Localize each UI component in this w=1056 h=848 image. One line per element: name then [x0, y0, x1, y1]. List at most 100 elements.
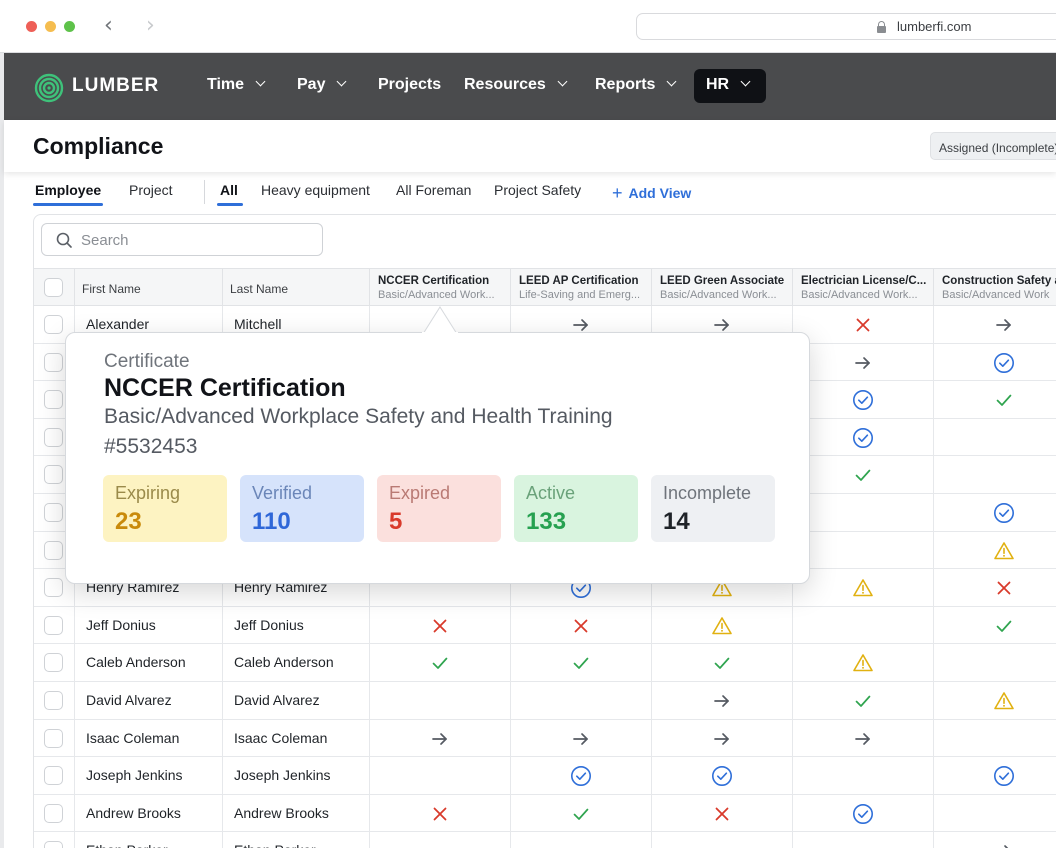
cert-status-cell[interactable] — [793, 832, 934, 848]
nav-projects-menu[interactable]: Projects — [378, 76, 441, 94]
stat-expired[interactable]: Expired 5 — [377, 475, 501, 542]
tab-project[interactable]: Project — [129, 182, 173, 198]
select-all-checkbox[interactable] — [44, 278, 63, 297]
cert-status-cell[interactable] — [511, 644, 652, 682]
header-cert-column[interactable]: LEED Green Associate Basic/Advanced Work.… — [652, 269, 793, 306]
row-checkbox[interactable] — [44, 315, 63, 334]
row-checkbox[interactable] — [44, 540, 63, 560]
cert-status-cell[interactable] — [934, 456, 1056, 493]
cert-status-cell[interactable] — [793, 306, 934, 343]
cert-status-cell[interactable] — [934, 795, 1056, 832]
cert-status-cell[interactable] — [934, 532, 1056, 569]
nav-reports-menu[interactable]: Reports — [595, 76, 677, 94]
nav-time-menu[interactable]: Time — [207, 76, 266, 94]
minimize-window-button[interactable] — [45, 21, 56, 32]
cert-status-cell[interactable] — [934, 569, 1056, 606]
cert-status-cell[interactable] — [793, 757, 934, 795]
row-checkbox[interactable] — [44, 803, 63, 823]
stat-verified[interactable]: Verified 110 — [240, 475, 364, 542]
cert-status-cell[interactable] — [652, 719, 793, 757]
header-cert-column[interactable]: Construction Safety a Basic/Advanced Work — [934, 269, 1056, 306]
table-row[interactable]: David Alvarez David Alvarez — [34, 682, 1056, 720]
back-arrow-icon[interactable]: ‹ — [104, 14, 113, 38]
header-cert-column[interactable]: LEED AP Certification Life-Saving and Eme… — [511, 269, 652, 306]
cert-status-cell[interactable] — [793, 531, 934, 569]
row-checkbox[interactable] — [44, 841, 63, 848]
cert-status-cell[interactable] — [934, 344, 1056, 381]
cert-status-cell[interactable] — [934, 381, 1056, 418]
view-tab-project-safety[interactable]: Project Safety — [494, 182, 581, 198]
row-checkbox[interactable] — [44, 465, 63, 485]
nav-hr-button[interactable]: HR — [694, 69, 766, 103]
nav-resources-menu[interactable]: Resources — [464, 76, 568, 94]
cert-status-cell[interactable] — [511, 832, 652, 848]
cert-status-cell[interactable] — [793, 381, 934, 419]
cert-status-cell[interactable] — [652, 682, 793, 719]
cert-status-cell[interactable] — [370, 832, 511, 848]
cert-status-cell[interactable] — [793, 494, 934, 531]
cert-status-cell[interactable] — [370, 794, 511, 832]
header-first-name[interactable]: First Name — [75, 269, 223, 306]
cert-status-cell[interactable] — [511, 757, 652, 795]
cert-status-cell[interactable] — [934, 757, 1056, 794]
cert-status-cell[interactable] — [511, 682, 652, 719]
cert-status-cell[interactable] — [793, 343, 934, 381]
table-row[interactable]: Caleb Anderson Caleb Anderson — [34, 644, 1056, 682]
table-row[interactable]: Ethan Parker Ethan Parker — [34, 832, 1056, 848]
nav-pay-menu[interactable]: Pay — [297, 76, 347, 94]
view-tab-heavy-equipment[interactable]: Heavy equipment — [261, 182, 370, 198]
cert-status-cell[interactable] — [370, 682, 511, 719]
cert-status-cell[interactable] — [793, 456, 934, 494]
assigned-filter-button[interactable]: Assigned (Incomplete) — [930, 132, 1056, 160]
row-checkbox[interactable] — [44, 766, 63, 786]
row-checkbox[interactable] — [44, 615, 63, 635]
cert-status-cell[interactable] — [934, 644, 1056, 681]
cert-status-cell[interactable] — [652, 832, 793, 848]
cert-status-cell[interactable] — [934, 607, 1056, 644]
cert-status-cell[interactable] — [652, 794, 793, 832]
cert-status-cell[interactable] — [652, 606, 793, 644]
cert-status-cell[interactable] — [793, 794, 934, 832]
cert-status-cell[interactable] — [793, 682, 934, 719]
cert-status-cell[interactable] — [934, 720, 1056, 757]
table-row[interactable]: Isaac Coleman Isaac Coleman — [34, 719, 1056, 758]
table-row[interactable]: Andrew Brooks Andrew Brooks — [34, 794, 1056, 833]
close-window-button[interactable] — [26, 21, 37, 32]
cert-status-cell[interactable] — [652, 757, 793, 795]
cert-status-cell[interactable] — [934, 419, 1056, 456]
table-row[interactable]: Joseph Jenkins Joseph Jenkins — [34, 757, 1056, 795]
cert-status-cell[interactable] — [934, 832, 1056, 848]
stat-active[interactable]: Active 133 — [514, 475, 638, 542]
row-checkbox[interactable] — [44, 503, 63, 522]
tab-employee[interactable]: Employee — [35, 182, 101, 198]
header-cert-column[interactable]: NCCER Certification Basic/Advanced Work..… — [370, 269, 511, 306]
cert-status-cell[interactable] — [934, 494, 1056, 531]
forward-arrow-icon[interactable]: › — [146, 14, 155, 38]
maximize-window-button[interactable] — [64, 21, 75, 32]
cert-status-cell[interactable] — [370, 719, 511, 757]
cert-status-cell[interactable] — [370, 644, 511, 682]
cert-status-cell[interactable] — [511, 719, 652, 757]
row-checkbox[interactable] — [44, 390, 63, 410]
row-checkbox[interactable] — [44, 427, 63, 447]
view-tab-all-foreman[interactable]: All Foreman — [396, 182, 471, 198]
cert-status-cell[interactable] — [652, 644, 793, 682]
view-tab-all[interactable]: All — [220, 182, 238, 198]
cert-status-cell[interactable] — [793, 606, 934, 644]
stat-expiring[interactable]: Expiring 23 — [103, 475, 227, 542]
stat-incomplete[interactable]: Incomplete 14 — [651, 475, 775, 542]
cert-status-cell[interactable] — [370, 757, 511, 795]
cert-status-cell[interactable] — [793, 418, 934, 456]
cert-status-cell[interactable] — [934, 306, 1056, 343]
header-last-name[interactable]: Last Name — [223, 269, 370, 306]
cert-status-cell[interactable] — [793, 644, 934, 682]
row-checkbox[interactable] — [44, 352, 63, 372]
cert-status-cell[interactable] — [511, 794, 652, 832]
add-view-button[interactable]: + Add View — [612, 182, 691, 203]
cert-status-cell[interactable] — [934, 682, 1056, 719]
cert-status-cell[interactable] — [793, 569, 934, 607]
row-checkbox[interactable] — [44, 691, 63, 710]
row-checkbox[interactable] — [44, 653, 63, 673]
address-bar[interactable]: lumberfi.com — [636, 13, 1056, 40]
cert-status-cell[interactable] — [511, 606, 652, 644]
